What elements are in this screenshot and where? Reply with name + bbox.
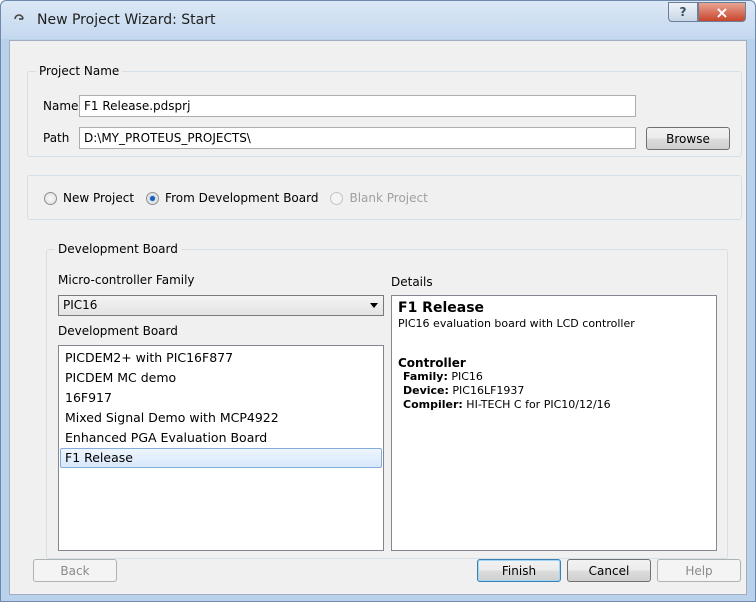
title-bar[interactable]: New Project Wizard: Start ? × [1, 1, 755, 39]
details-device-value: PIC16LF1937 [452, 384, 525, 397]
list-item[interactable]: 16F917 [60, 388, 382, 408]
details-device-key: Device: [403, 384, 449, 397]
close-icon: × [715, 2, 729, 22]
family-select[interactable]: PIC16 [58, 295, 384, 316]
board-listbox[interactable]: PICDEM2+ with PIC16F877 PICDEM MC demo 1… [58, 345, 384, 551]
radio-label: New Project [63, 191, 135, 205]
details-compiler-key: Compiler: [403, 398, 463, 411]
details-label: Details [391, 275, 433, 289]
details-panel: F1 Release PIC16 evaluation board with L… [391, 295, 717, 551]
details-compiler-row: Compiler: HI-TECH C for PIC10/12/16 [403, 398, 710, 412]
list-item[interactable]: PICDEM2+ with PIC16F877 [60, 348, 382, 368]
help-title-button[interactable]: ? [668, 2, 698, 22]
window-title: New Project Wizard: Start [37, 12, 216, 28]
cancel-button[interactable]: Cancel [567, 559, 651, 582]
project-type-radios: New Project From Development Board Blank… [44, 191, 440, 205]
question-icon: ? [679, 5, 687, 19]
list-item[interactable]: Mixed Signal Demo with MCP4922 [60, 408, 382, 428]
dialog-body: Project Name Name F1 Release.pdsprj Path… [9, 40, 747, 595]
details-description: PIC16 evaluation board with LCD controll… [398, 317, 635, 330]
radio-indicator-checked [146, 191, 160, 205]
details-family-row: Family: PIC16 [403, 370, 710, 384]
details-compiler-value: HI-TECH C for PIC10/12/16 [466, 398, 611, 411]
details-title: F1 Release [398, 300, 485, 316]
wizard-window: New Project Wizard: Start ? × Project Na… [0, 0, 756, 602]
list-item[interactable]: PICDEM MC demo [60, 368, 382, 388]
radio-from-development-board[interactable]: From Development Board [146, 191, 318, 205]
name-input[interactable]: F1 Release.pdsprj [79, 95, 636, 117]
family-label: Micro-controller Family [58, 273, 195, 287]
chevron-down-icon [370, 303, 378, 308]
details-family-value: PIC16 [451, 370, 483, 383]
details-family-key: Family: [403, 370, 448, 383]
radio-indicator [330, 191, 344, 205]
proteus-app-icon [14, 14, 24, 20]
path-label: Path [43, 131, 70, 145]
radio-new-project[interactable]: New Project [44, 191, 134, 205]
development-board-legend: Development Board [55, 242, 181, 256]
family-select-value: PIC16 [63, 298, 98, 312]
details-device-row: Device: PIC16LF1937 [403, 384, 710, 398]
list-item-selected[interactable]: F1 Release [60, 448, 382, 468]
browse-button[interactable]: Browse [646, 127, 730, 150]
board-label: Development Board [58, 324, 178, 338]
help-button[interactable]: Help [657, 559, 741, 582]
radio-label: Blank Project [349, 191, 428, 205]
radio-indicator [44, 191, 57, 205]
finish-button[interactable]: Finish [477, 559, 561, 582]
name-label: Name [43, 99, 79, 113]
radio-label: From Development Board [165, 191, 319, 205]
path-input[interactable]: D:\MY_PROTEUS_PROJECTS\ [79, 127, 636, 149]
details-controller-heading: Controller [398, 356, 466, 370]
back-button[interactable]: Back [33, 559, 117, 582]
close-button[interactable]: × [698, 2, 746, 22]
list-item[interactable]: Enhanced PGA Evaluation Board [60, 428, 382, 448]
project-name-legend: Project Name [36, 64, 123, 78]
radio-blank-project[interactable]: Blank Project [330, 191, 428, 205]
